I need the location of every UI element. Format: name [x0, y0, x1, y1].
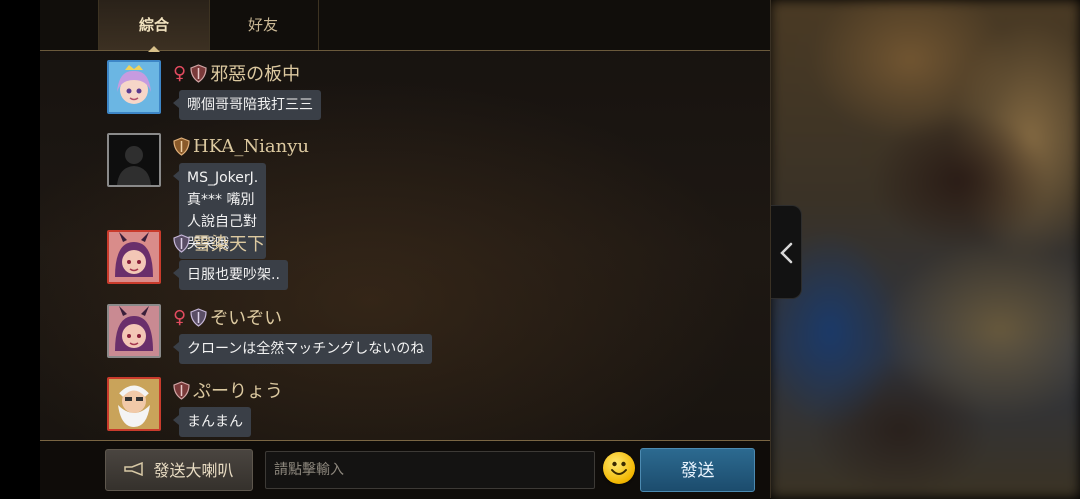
message-header: ♀ ぞいぞい: [173, 304, 282, 330]
blurred-game-background: [770, 0, 1080, 498]
username[interactable]: 邪惡の板中: [210, 60, 300, 86]
chat-panel: 綜合 好友 ♀ 邪惡の板中 哪個哥哥陪我打三三 HKA_Nianyu MS_Jo…: [40, 0, 771, 499]
tab-friends-label: 好友: [247, 16, 278, 34]
message-header: HKA_Nianyu: [173, 133, 309, 159]
username[interactable]: ぞいぞい: [210, 304, 282, 330]
tab-general[interactable]: 綜合: [98, 0, 210, 52]
rank-shield-icon: [173, 136, 190, 156]
avatar[interactable]: [107, 377, 161, 431]
message-text: クローンは全然マッチングしないのね: [187, 341, 425, 357]
send-button[interactable]: 發送: [640, 448, 755, 492]
message-header: 雪染天下: [173, 230, 265, 256]
username[interactable]: ぷーりょう: [193, 377, 283, 403]
message-bubble: 日服也要吵架..: [173, 260, 288, 290]
message-text: 哪個哥哥陪我打三三: [187, 97, 313, 113]
rank-shield-icon: [190, 307, 207, 327]
emoji-icon[interactable]: [603, 452, 635, 484]
broadcast-horn-label: 發送大喇叭: [153, 461, 234, 480]
avatar[interactable]: [107, 230, 161, 284]
message-bubble: クローンは全然マッチングしないのね: [172, 334, 433, 364]
message-header: ぷーりょう: [173, 377, 283, 403]
message-header: ♀ 邪惡の板中: [173, 60, 300, 86]
message-text: まんまん: [187, 414, 243, 430]
avatar[interactable]: [107, 60, 161, 114]
active-tab-marker-icon: [148, 46, 160, 52]
female-icon: ♀: [173, 62, 187, 84]
left-black-strip: [0, 0, 40, 498]
avatar[interactable]: [107, 133, 161, 187]
message-text: 日服也要吵架..: [187, 267, 280, 283]
collapse-panel-handle[interactable]: [771, 205, 802, 299]
message-bubble: まんまん: [173, 407, 251, 437]
tab-bar: 綜合 好友: [40, 0, 770, 52]
chat-input[interactable]: [265, 451, 595, 489]
username[interactable]: 雪染天下: [193, 230, 265, 256]
female-icon: ♀: [173, 306, 187, 328]
rank-shield-icon: [190, 63, 207, 83]
message-bubble: 哪個哥哥陪我打三三: [173, 90, 321, 120]
horn-icon: [124, 452, 146, 494]
avatar[interactable]: [107, 304, 161, 358]
send-label: 發送: [680, 461, 715, 481]
username[interactable]: HKA_Nianyu: [193, 136, 309, 157]
tab-friends[interactable]: 好友: [208, 0, 319, 50]
chat-input-bar: 發送大喇叭 發送: [40, 440, 770, 499]
rank-shield-icon: [173, 380, 190, 400]
chevron-left-icon: [780, 242, 793, 264]
broadcast-horn-button[interactable]: 發送大喇叭: [105, 449, 253, 491]
rank-shield-icon: [173, 233, 190, 253]
message-text: MS_JokerJ. 真*** 嘴別人說自己對: [187, 170, 259, 230]
tab-general-label: 綜合: [138, 16, 169, 34]
